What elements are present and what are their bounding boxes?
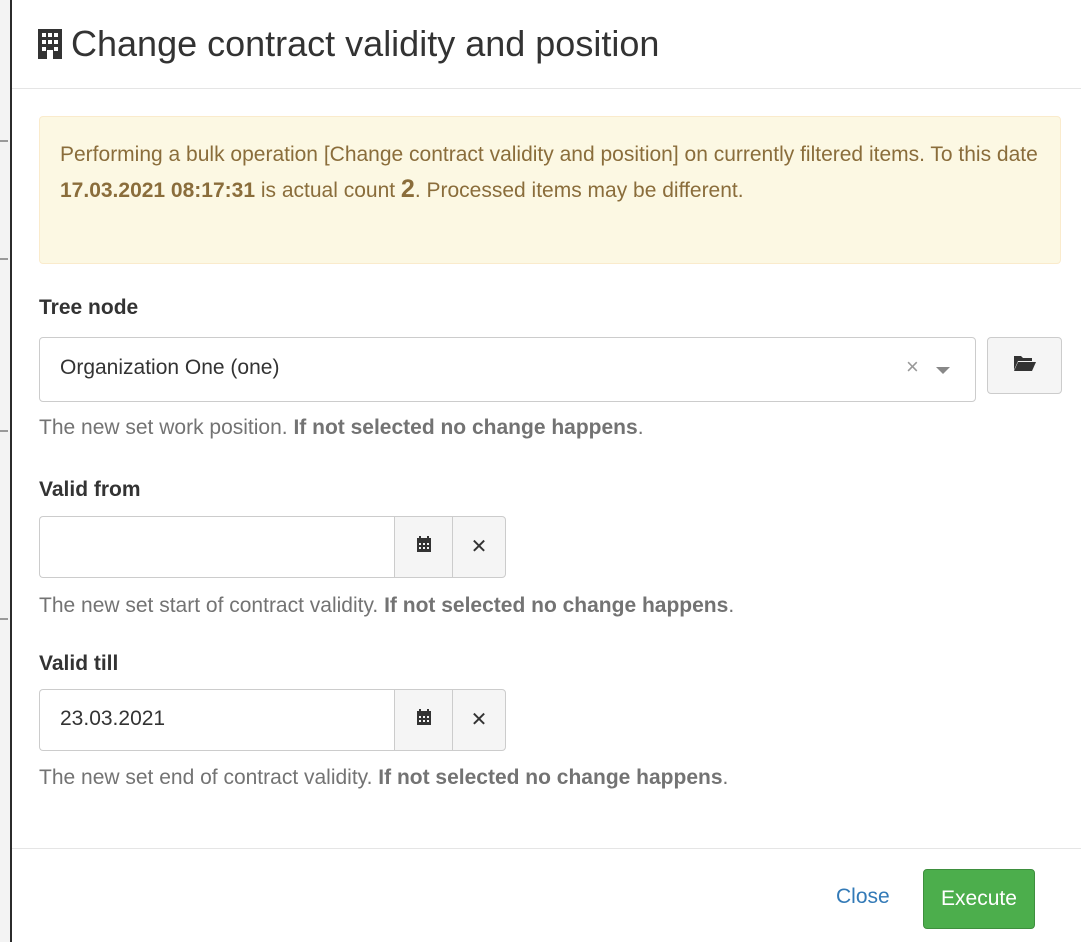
building-icon xyxy=(37,28,63,60)
valid-from-help: The new set start of contract validity. … xyxy=(39,594,734,618)
edge-tick xyxy=(0,430,8,432)
chevron-down-icon[interactable] xyxy=(936,367,950,374)
bulk-operation-warning: Performing a bulk operation [Change cont… xyxy=(39,116,1061,264)
folder-open-icon xyxy=(1013,354,1037,377)
valid-from-group: ✕ xyxy=(39,516,506,578)
alert-text: Performing a bulk operation [Change cont… xyxy=(60,143,1038,166)
valid-till-group: 23.03.2021 ✕ xyxy=(39,689,506,751)
valid-from-clear-button[interactable]: ✕ xyxy=(452,516,506,578)
browse-tree-button[interactable] xyxy=(987,337,1062,394)
help-strong: If not selected no change happens xyxy=(384,594,729,617)
valid-till-input[interactable]: 23.03.2021 xyxy=(39,689,395,751)
valid-from-label: Valid from xyxy=(39,478,141,501)
execute-button[interactable]: Execute xyxy=(923,869,1035,929)
valid-till-calendar-button[interactable] xyxy=(394,689,453,751)
bulk-operation-modal: Change contract validity and position Pe… xyxy=(12,0,1081,942)
edge-tick xyxy=(0,618,8,620)
help-end: . xyxy=(637,416,644,439)
close-icon: ✕ xyxy=(470,709,488,731)
calendar-icon xyxy=(416,709,432,731)
help-strong: If not selected no change happens xyxy=(378,766,723,789)
tree-node-value: Organization One (one) xyxy=(60,356,280,379)
help-end: . xyxy=(722,766,729,789)
valid-from-calendar-button[interactable] xyxy=(394,516,453,578)
calendar-icon xyxy=(416,536,432,558)
help-end: . xyxy=(728,594,735,617)
help-strong: If not selected no change happens xyxy=(293,416,638,439)
alert-date: 17.03.2021 08:17:31 xyxy=(60,179,255,202)
modal-header: Change contract validity and position xyxy=(12,0,1081,89)
tree-node-help: The new set work position. If not select… xyxy=(39,416,644,440)
clear-selection-icon[interactable]: × xyxy=(906,354,919,380)
close-icon: ✕ xyxy=(470,536,488,558)
tree-node-select[interactable]: Organization One (one) × xyxy=(39,337,976,402)
alert-count: 2 xyxy=(400,175,415,203)
valid-till-clear-button[interactable]: ✕ xyxy=(452,689,506,751)
valid-till-value: 23.03.2021 xyxy=(60,707,166,730)
modal-title: Change contract validity and position xyxy=(71,23,660,64)
help-text: The new set work position. xyxy=(39,416,294,439)
tree-node-label: Tree node xyxy=(39,296,139,319)
close-button[interactable]: Close xyxy=(836,885,890,909)
alert-text-end: . Processed items may be different. xyxy=(414,179,744,202)
alert-text-count: is actual count xyxy=(255,179,401,202)
edge-tick xyxy=(0,258,8,260)
valid-from-input[interactable] xyxy=(39,516,395,578)
help-text: The new set start of contract validity. xyxy=(39,594,385,617)
help-text: The new set end of contract validity. xyxy=(39,766,379,789)
valid-till-label: Valid till xyxy=(39,652,119,675)
edge-tick xyxy=(0,140,8,142)
modal-footer: Close Execute xyxy=(12,848,1081,943)
background-window-edge xyxy=(0,0,12,942)
valid-till-help: The new set end of contract validity. If… xyxy=(39,766,728,790)
